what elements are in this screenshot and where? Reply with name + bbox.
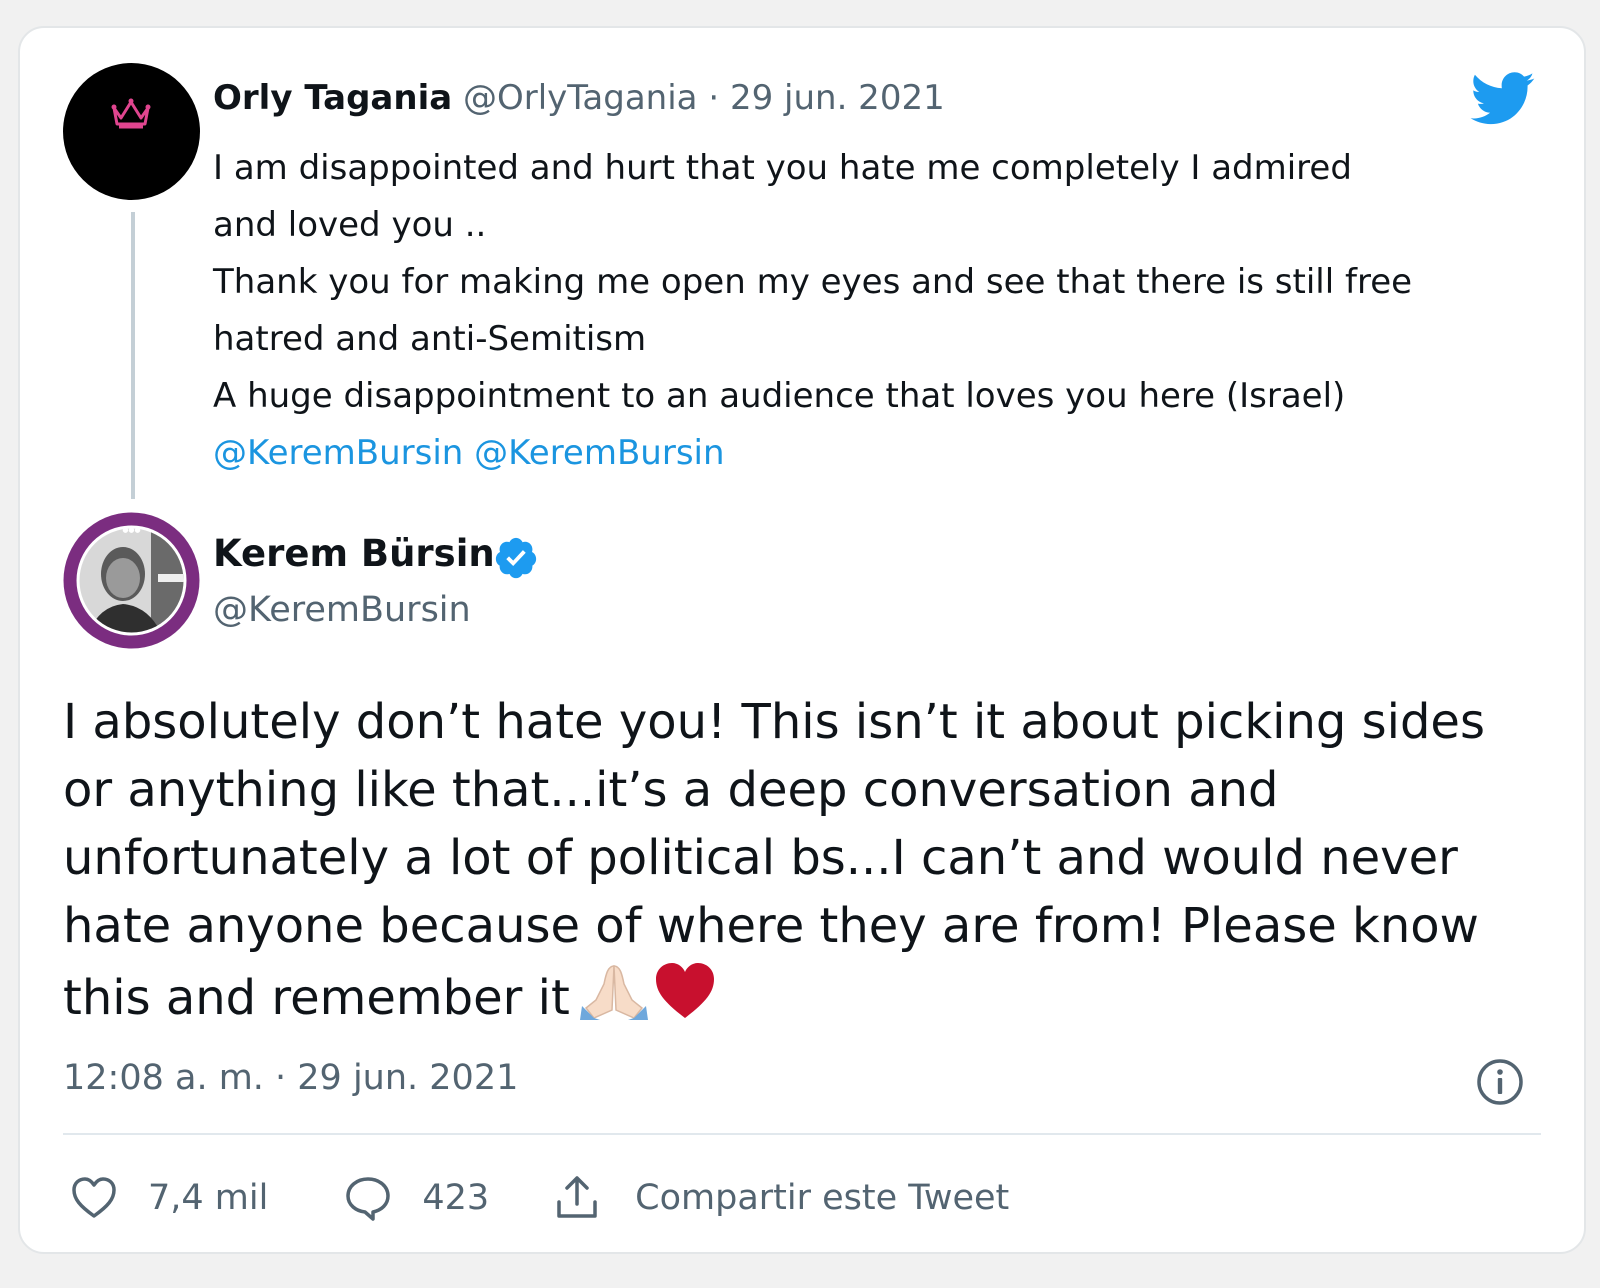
tweet-actions-bar: 7,4 mil 423 Compartir este Tweet <box>70 1172 1009 1224</box>
folded-hands-emoji-icon <box>579 965 648 1020</box>
divider <box>63 1133 1541 1135</box>
avatar-orly-tagania[interactable] <box>63 63 200 200</box>
twitter-bird-icon[interactable] <box>1470 72 1536 126</box>
display-name[interactable]: Orly Tagania <box>213 78 452 118</box>
info-icon[interactable] <box>1476 1058 1524 1106</box>
reply-tweet-text: I absolutely don’t hate you! This isn’t … <box>63 688 1553 1032</box>
heart-icon <box>72 1177 116 1218</box>
reply-count: 423 <box>422 1178 490 1218</box>
text-line: Thank you for making me open my eyes and… <box>213 262 1413 302</box>
verified-badge-icon <box>495 537 537 579</box>
svg-text:●●●: ●●● <box>122 526 140 534</box>
mentions-line: @KeremBursin @KeremBursin <box>213 425 1533 482</box>
like-count: 7,4 mil <box>148 1178 269 1218</box>
reply-button[interactable]: 423 <box>344 1174 489 1222</box>
mention-link[interactable]: @KeremBursin <box>474 433 724 473</box>
like-button[interactable]: 7,4 mil <box>70 1174 268 1222</box>
text-line: A huge disappointment to an audience tha… <box>213 376 1346 416</box>
text-line: unfortunately a lot of political bs...I … <box>63 830 1458 886</box>
handle[interactable]: @OrlyTagania <box>463 78 698 118</box>
text-line: I am disappointed and hurt that you hate… <box>213 148 1352 188</box>
speech-bubble-icon <box>346 1177 391 1221</box>
handle[interactable]: @KeremBursin <box>213 590 471 630</box>
mention-link[interactable]: @KeremBursin <box>213 433 463 473</box>
crown-icon <box>111 98 151 129</box>
parent-tweet-header: Orly Tagania @OrlyTagania · 29 jun. 2021 <box>213 78 945 118</box>
thread-connector-line <box>131 212 135 499</box>
text-line: or anything like that...it’s a deep conv… <box>63 762 1279 818</box>
text-line: hatred and anti-Semitism <box>213 319 647 359</box>
display-name[interactable]: Kerem Bürsin <box>213 532 495 575</box>
text-line: and loved you .. <box>213 205 487 245</box>
share-upload-icon <box>557 1176 597 1218</box>
parent-tweet-text: I am disappointed and hurt that you hate… <box>213 140 1533 482</box>
tweet-date[interactable]: 29 jun. 2021 <box>730 78 945 118</box>
tweet-timestamp[interactable]: 12:08 a. m. · 29 jun. 2021 <box>63 1058 518 1098</box>
separator: · <box>697 78 730 118</box>
red-heart-emoji-icon <box>655 963 714 1018</box>
share-label: Compartir este Tweet <box>635 1178 1010 1218</box>
avatar-kerem-bursin[interactable]: ●●● <box>63 512 200 649</box>
text-line: this and remember it <box>63 970 570 1026</box>
last-text-line: this and remember it <box>63 960 1553 1032</box>
text-line: hate anyone because of where they are fr… <box>63 898 1479 954</box>
share-button[interactable]: Compartir este Tweet <box>553 1174 1009 1222</box>
text-line: I absolutely don’t hate you! This isn’t … <box>63 694 1485 750</box>
